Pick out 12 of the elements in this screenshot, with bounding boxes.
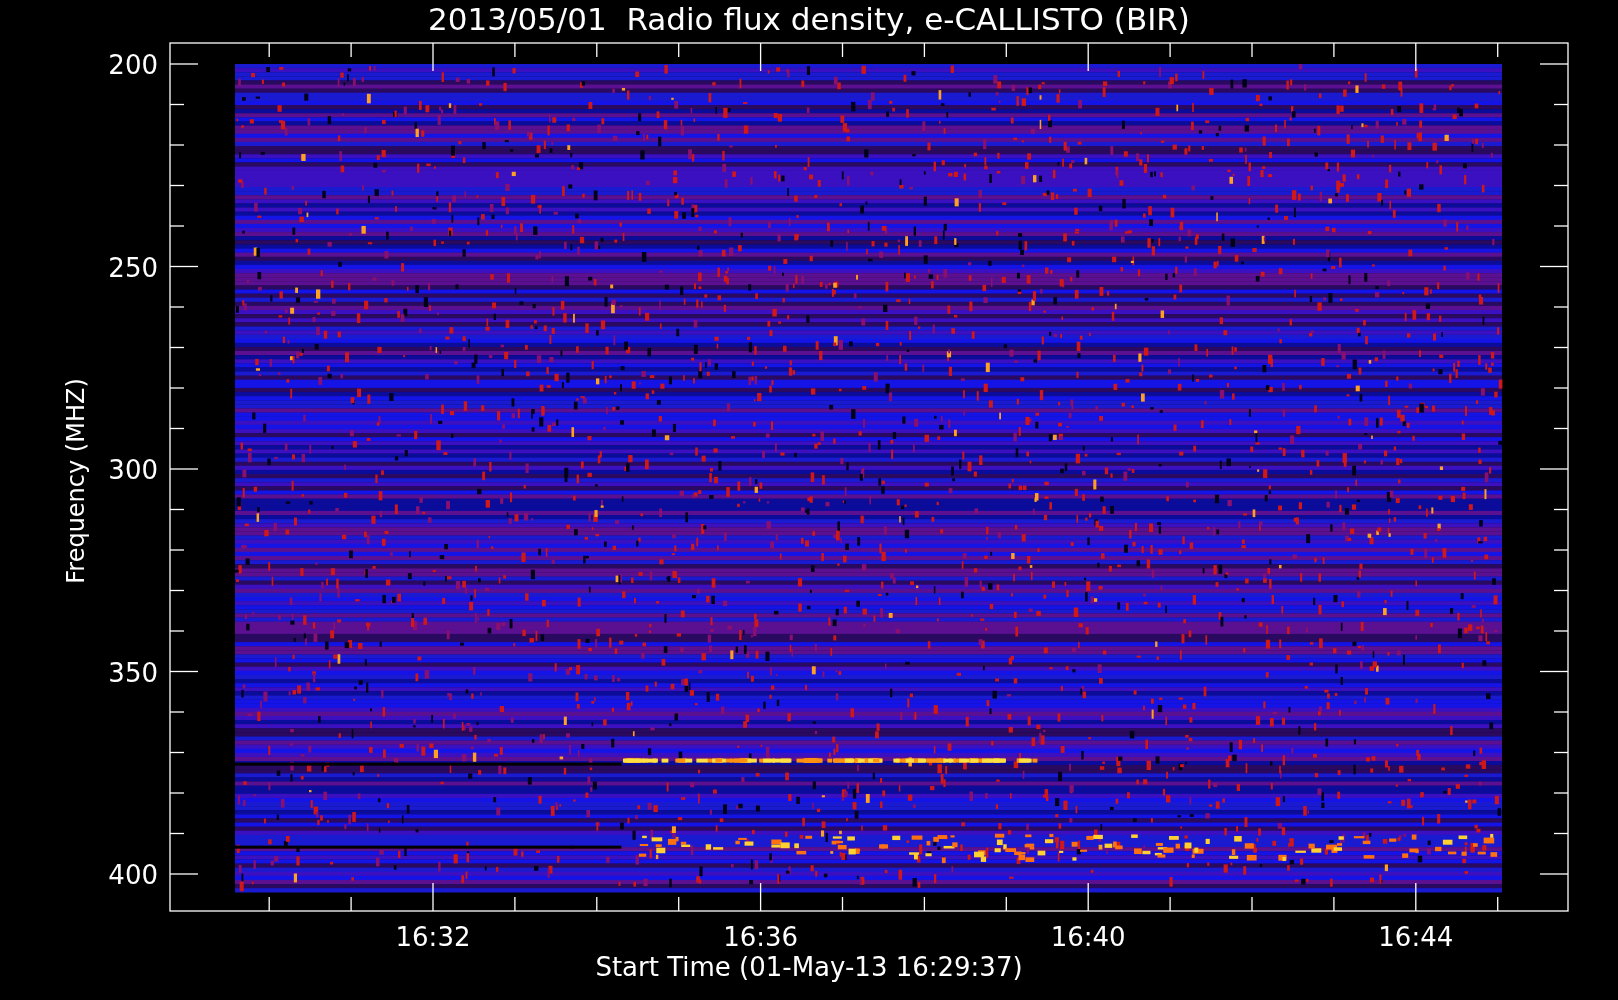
- tick-label: 300: [108, 455, 158, 485]
- axis-label: Frequency (MHZ): [62, 378, 90, 584]
- tick-label: 16:40: [1050, 922, 1126, 952]
- chart-title: 2013/05/01 Radio flux density, e-CALLISTO (BIR): [428, 1, 1190, 37]
- tick-label: 16:36: [723, 922, 799, 952]
- tick-label: 16:32: [395, 922, 471, 952]
- tick-label: 200: [108, 50, 158, 80]
- tick-label: 350: [108, 657, 158, 688]
- tick-label: 250: [108, 252, 158, 283]
- tick-label: 16:44: [1378, 922, 1454, 952]
- axis-label: Start Time (01-May-13 16:29:37): [595, 952, 1023, 982]
- tick-label: 400: [108, 860, 158, 890]
